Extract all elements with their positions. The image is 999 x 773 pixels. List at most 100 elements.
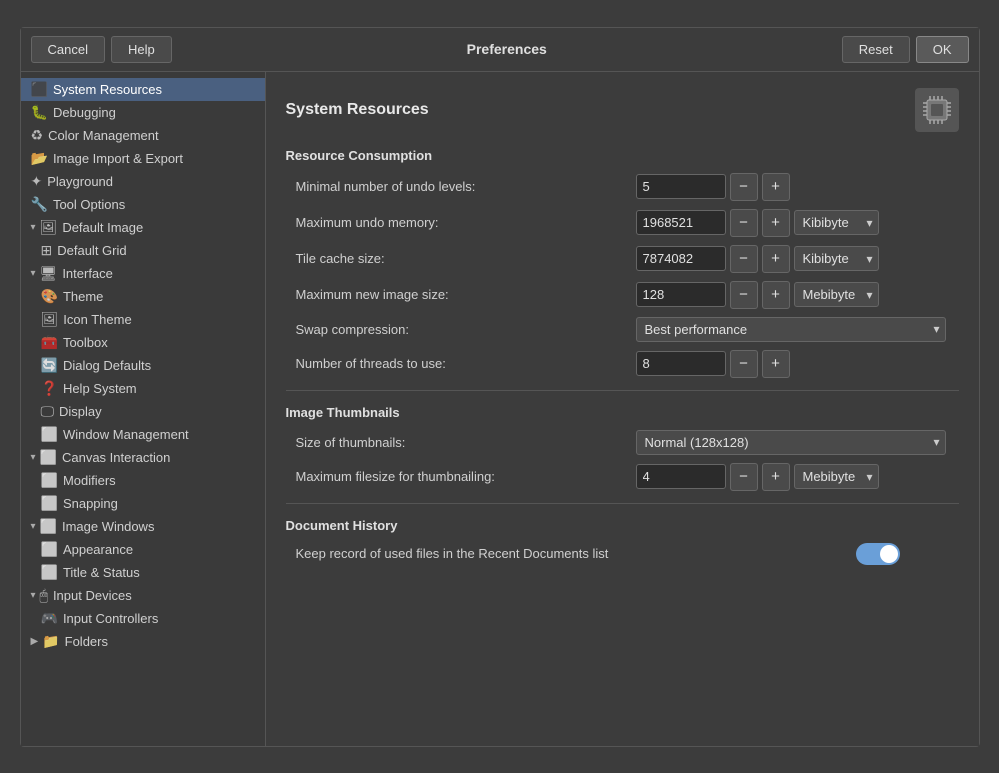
thumbnail-filesize-decrement-button[interactable]: −	[730, 463, 758, 491]
tile-cache-unit-wrap: Kibibyte Mebibyte	[794, 246, 879, 271]
undo-memory-decrement-button[interactable]: −	[730, 209, 758, 237]
sidebar-item-color-management[interactable]: ♻ Color Management	[21, 124, 265, 147]
pref-row-thumbnail-filesize: Maximum filesize for thumbnailing: − + M…	[286, 463, 959, 491]
max-image-size-increment-button[interactable]: +	[762, 281, 790, 309]
threads-decrement-button[interactable]: −	[730, 350, 758, 378]
sidebar-item-icon-theme[interactable]: 🖼 Icon Theme	[21, 308, 265, 331]
thumbnail-filesize-increment-button[interactable]: +	[762, 463, 790, 491]
sidebar-item-label: Snapping	[63, 496, 118, 511]
preferences-dialog: Cancel Help Preferences Reset OK ⬛ Syste…	[20, 27, 980, 747]
arrow-icon: ▾	[31, 452, 36, 463]
sidebar-item-dialog-defaults[interactable]: 🔄 Dialog Defaults	[21, 354, 265, 377]
sidebar-item-label: Dialog Defaults	[63, 358, 151, 373]
threads-controls: − +	[636, 350, 790, 378]
sidebar-item-input-controllers[interactable]: 🎮 Input Controllers	[21, 607, 265, 630]
thumbnail-filesize-controls: − + Mebibyte Kibibyte	[636, 463, 879, 491]
sidebar-item-tool-options[interactable]: 🔧 Tool Options	[21, 193, 265, 216]
arrow-icon: ▾	[31, 521, 36, 532]
tile-cache-decrement-button[interactable]: −	[730, 245, 758, 273]
tool-options-icon: 🔧	[31, 196, 48, 213]
sidebar-item-appearance[interactable]: ⬜ Appearance	[21, 538, 265, 561]
swap-compression-select[interactable]: Best performance Fast Default	[636, 317, 946, 342]
undo-levels-decrement-button[interactable]: −	[730, 173, 758, 201]
sidebar: ⬛ System Resources 🐛 Debugging ♻ Color M…	[21, 72, 266, 746]
sidebar-item-label: Theme	[63, 289, 103, 304]
canvas-interaction-icon: ⬜	[40, 449, 57, 466]
theme-icon: 🎨	[41, 288, 58, 305]
undo-memory-unit-wrap: Kibibyte Mebibyte	[794, 210, 879, 235]
sidebar-item-input-devices[interactable]: ▾ 🖱 Input Devices	[21, 584, 265, 607]
threads-input[interactable]	[636, 351, 726, 376]
sidebar-item-title-status[interactable]: ⬜ Title & Status	[21, 561, 265, 584]
sidebar-item-label: Canvas Interaction	[62, 450, 170, 465]
sidebar-item-image-windows[interactable]: ▾ ⬜ Image Windows	[21, 515, 265, 538]
sidebar-item-toolbox[interactable]: 🧰 Toolbox	[21, 331, 265, 354]
sidebar-item-default-grid[interactable]: ⊞ Default Grid	[21, 239, 265, 262]
sidebar-item-system-resources[interactable]: ⬛ System Resources	[21, 78, 265, 101]
sidebar-item-theme[interactable]: 🎨 Theme	[21, 285, 265, 308]
undo-memory-unit-select[interactable]: Kibibyte Mebibyte	[794, 210, 879, 235]
undo-levels-input[interactable]	[636, 174, 726, 199]
tile-cache-increment-button[interactable]: +	[762, 245, 790, 273]
threads-increment-button[interactable]: +	[762, 350, 790, 378]
sidebar-item-playground[interactable]: ✦ Playground	[21, 170, 265, 193]
sidebar-item-label: Input Devices	[53, 588, 132, 603]
sidebar-item-label: Image Import & Export	[53, 151, 183, 166]
sidebar-item-display[interactable]: 🖵 Display	[21, 400, 265, 423]
undo-memory-increment-button[interactable]: +	[762, 209, 790, 237]
folders-icon: 📁	[42, 633, 59, 650]
ok-button[interactable]: OK	[916, 36, 969, 63]
max-image-size-input[interactable]	[636, 282, 726, 307]
sidebar-item-label: Folders	[65, 634, 108, 649]
sidebar-item-label: Color Management	[48, 128, 159, 143]
undo-levels-increment-button[interactable]: +	[762, 173, 790, 201]
default-grid-icon: ⊞	[41, 242, 53, 259]
sidebar-item-snapping[interactable]: ⬜ Snapping	[21, 492, 265, 515]
sidebar-item-folders[interactable]: ▶ 📁 Folders	[21, 630, 265, 653]
sidebar-item-label: Debugging	[53, 105, 116, 120]
thumbnail-size-select[interactable]: Normal (128x128) Large (256x256) Small (…	[636, 430, 946, 455]
thumbnail-size-controls: Normal (128x128) Large (256x256) Small (…	[636, 430, 946, 455]
sidebar-item-help-system[interactable]: ❓ Help System	[21, 377, 265, 400]
section-title: System Resources	[286, 101, 429, 119]
pref-row-thumbnail-size: Size of thumbnails: Normal (128x128) Lar…	[286, 430, 959, 455]
sidebar-item-debugging[interactable]: 🐛 Debugging	[21, 101, 265, 124]
tile-cache-unit-select[interactable]: Kibibyte Mebibyte	[794, 246, 879, 271]
undo-memory-label: Maximum undo memory:	[296, 215, 636, 230]
recent-docs-label: Keep record of used files in the Recent …	[296, 546, 856, 561]
snapping-icon: ⬜	[41, 495, 58, 512]
window-management-icon: ⬜	[41, 426, 58, 443]
divider-2	[286, 503, 959, 504]
thumbnail-filesize-unit-select[interactable]: Mebibyte Kibibyte	[794, 464, 879, 489]
sidebar-item-interface[interactable]: ▾ 🖥 Interface	[21, 262, 265, 285]
section-header: System Resources	[286, 88, 959, 132]
thumbnail-filesize-input[interactable]	[636, 464, 726, 489]
sidebar-item-canvas-interaction[interactable]: ▾ ⬜ Canvas Interaction	[21, 446, 265, 469]
max-image-size-decrement-button[interactable]: −	[730, 281, 758, 309]
cancel-button[interactable]: Cancel	[31, 36, 105, 63]
header-left-buttons: Cancel Help	[31, 36, 172, 63]
undo-memory-input[interactable]	[636, 210, 726, 235]
tile-cache-input[interactable]	[636, 246, 726, 271]
sidebar-item-label: Playground	[47, 174, 113, 189]
sidebar-item-modifiers[interactable]: ⬜ Modifiers	[21, 469, 265, 492]
tile-cache-label: Tile cache size:	[296, 251, 636, 266]
resource-consumption-label: Resource Consumption	[286, 148, 959, 163]
pref-row-max-image-size: Maximum new image size: − + Mebibyte Kib…	[286, 281, 959, 309]
max-image-size-unit-select[interactable]: Mebibyte Kibibyte	[794, 282, 879, 307]
help-button[interactable]: Help	[111, 36, 172, 63]
sidebar-item-window-management[interactable]: ⬜ Window Management	[21, 423, 265, 446]
sidebar-item-label: Modifiers	[63, 473, 116, 488]
thumbnail-filesize-unit-wrap: Mebibyte Kibibyte	[794, 464, 879, 489]
arrow-icon: ▾	[31, 590, 36, 601]
main-content: System Resources	[266, 72, 979, 746]
recent-docs-toggle[interactable]	[856, 543, 900, 565]
sidebar-item-image-import-export[interactable]: 📂 Image Import & Export	[21, 147, 265, 170]
reset-button[interactable]: Reset	[842, 36, 910, 63]
sidebar-item-label: Input Controllers	[63, 611, 158, 626]
swap-compression-label: Swap compression:	[296, 322, 636, 337]
sidebar-item-label: Tool Options	[53, 197, 125, 212]
sidebar-item-default-image[interactable]: ▾ 🖼 Default Image	[21, 216, 265, 239]
sidebar-item-label: Default Grid	[57, 243, 126, 258]
image-thumbnails-label: Image Thumbnails	[286, 405, 959, 420]
